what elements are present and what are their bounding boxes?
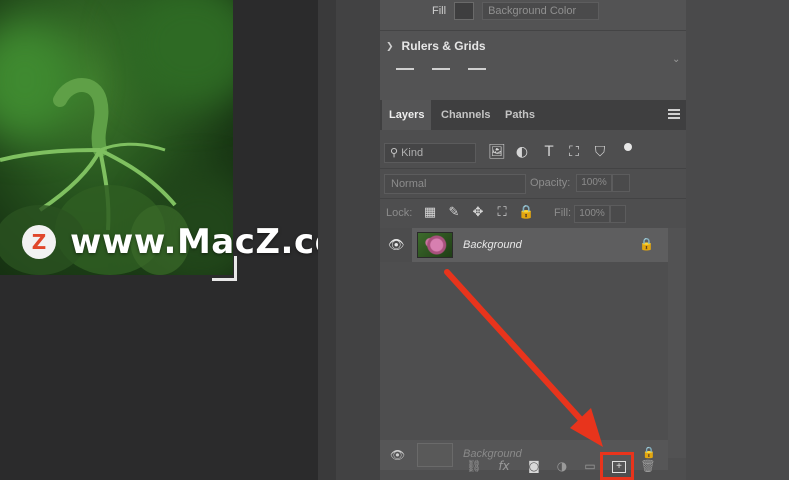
layer-row[interactable]: 👁 Background 🔒	[380, 228, 668, 262]
search-icon: ⚲	[390, 147, 399, 159]
divider	[380, 30, 686, 31]
new-group-icon[interactable]: ▭	[580, 458, 600, 474]
filter-toggle-icon[interactable]	[624, 143, 632, 151]
fill-row: Fill Background Color	[432, 2, 600, 20]
adjustment-layer-filter-icon[interactable]: ◐	[513, 143, 531, 161]
layer-thumbnail	[417, 232, 453, 258]
fill-input[interactable]: 100%	[574, 205, 610, 223]
panel-tabbar: Layers Channels Paths	[380, 100, 686, 130]
pixel-layer-filter-icon[interactable]: 🖼	[488, 143, 506, 161]
visibility-toggle[interactable]: 👁	[380, 228, 412, 262]
fill-swatch[interactable]	[454, 2, 475, 20]
blend-mode-select[interactable]: Normal	[384, 174, 526, 194]
lock-position-icon[interactable]: ✥	[470, 204, 486, 222]
blend-row: Normal Opacity: 100%	[384, 172, 684, 194]
rulers-grids-icons	[396, 68, 486, 75]
panel-dock-edge	[686, 0, 789, 480]
lock-row: Lock: ▦ ✎ ✥ ⛶ 🔒 Fill: 100%	[386, 204, 686, 224]
watermark-logo: Z	[22, 225, 56, 259]
properties-panel: Fill Background Color ❯ Rulers & Grids ⌄	[380, 0, 686, 100]
tab-channels[interactable]: Channels	[434, 100, 498, 130]
tab-layers[interactable]: Layers	[382, 100, 432, 130]
filter-kind-label: Kind	[401, 147, 424, 159]
layers-bottom-toolbar: ⛓ fx ◙ ◑ ▭ + 🗑	[380, 452, 686, 480]
opacity-label: Opacity:	[530, 177, 571, 189]
rulers-grids-label: Rulers & Grids	[401, 39, 486, 53]
fill-label: Fill:	[554, 207, 572, 219]
chevron-right-icon: ❯	[386, 40, 394, 51]
ruler-icon[interactable]	[396, 68, 414, 75]
panel-divider	[318, 0, 336, 480]
document-canvas[interactable]: Z www.MacZ.com	[0, 0, 374, 480]
fill-label: Fill	[432, 5, 447, 17]
lock-transparent-pixels-icon[interactable]: ▦	[422, 204, 438, 222]
layers-panel: Layers Channels Paths ⚲ Kind 🖼 ◐ T ⛶ ⛉ No…	[380, 100, 686, 480]
layers-scrollbar[interactable]	[668, 228, 686, 458]
adjustment-layer-icon[interactable]: ◑	[552, 458, 572, 474]
panel-menu-icon[interactable]	[668, 109, 680, 119]
new-layer-icon: +	[612, 461, 626, 473]
lock-all-icon[interactable]: 🔒	[518, 204, 534, 222]
lock-artboard-icon[interactable]: ⛶	[494, 204, 510, 222]
grid-icon[interactable]	[432, 68, 450, 75]
panel-gutter	[336, 0, 380, 480]
fill-slider-button[interactable]	[610, 205, 626, 223]
tab-paths[interactable]: Paths	[498, 100, 542, 130]
eye-icon: 👁	[388, 238, 405, 253]
fill-select[interactable]: Background Color	[482, 2, 600, 20]
new-layer-button[interactable]: +	[600, 452, 634, 480]
divider	[380, 168, 686, 169]
filter-kind-select[interactable]: ⚲ Kind	[384, 143, 476, 163]
shape-layer-filter-icon[interactable]: ⛶	[565, 143, 583, 161]
divider	[380, 198, 686, 199]
chevron-down-icon[interactable]: ⌄	[672, 54, 680, 65]
fx-icon[interactable]: fx	[494, 458, 514, 474]
type-layer-filter-icon[interactable]: T	[540, 143, 558, 161]
smart-object-filter-icon[interactable]: ⛉	[591, 143, 609, 161]
guides-icon[interactable]	[468, 68, 486, 75]
lock-label: Lock:	[386, 207, 413, 219]
opacity-input[interactable]: 100%	[576, 174, 612, 192]
lock-image-pixels-icon[interactable]: ✎	[446, 204, 462, 222]
layer-name[interactable]: Background	[463, 239, 522, 251]
layer-filter-row: ⚲ Kind 🖼 ◐ T ⛶ ⛉	[384, 141, 684, 163]
opacity-slider-button[interactable]	[612, 174, 630, 192]
add-mask-icon[interactable]: ◙	[524, 458, 544, 474]
rulers-grids-section-header[interactable]: ❯ Rulers & Grids	[386, 39, 486, 53]
lock-icon[interactable]: 🔒	[639, 237, 654, 251]
trash-icon[interactable]: 🗑	[638, 458, 658, 474]
link-layers-icon[interactable]: ⛓	[464, 458, 484, 474]
